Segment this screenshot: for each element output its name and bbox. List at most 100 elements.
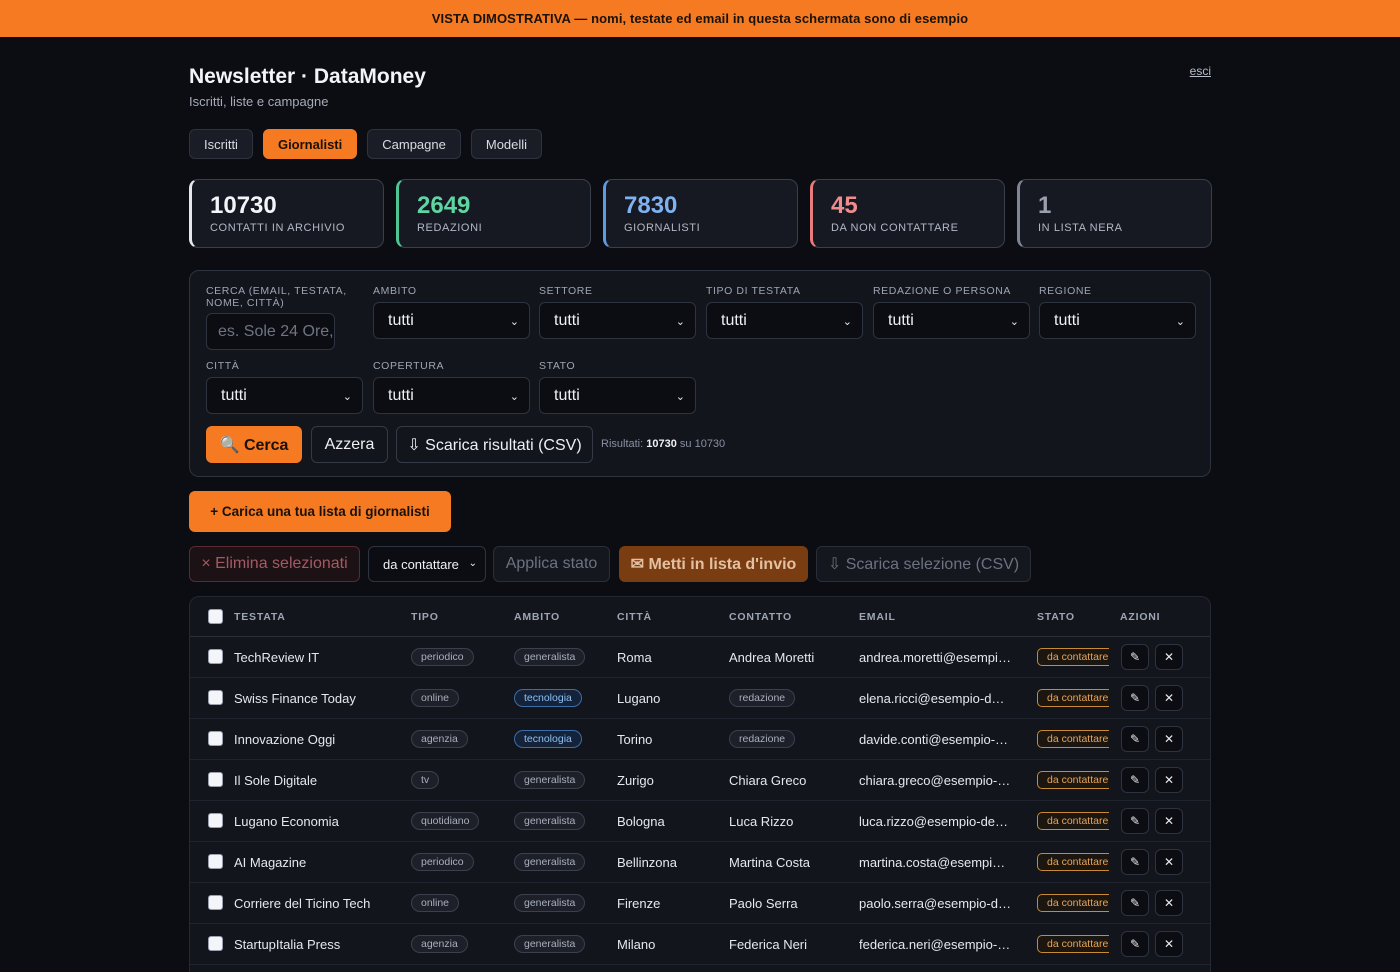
close-icon[interactable]: ✕ xyxy=(1155,890,1183,916)
close-icon[interactable]: ✕ xyxy=(1155,808,1183,834)
edit-icon[interactable]: ✎ xyxy=(1121,685,1149,711)
stat-card-non-contattare: 45 DA NON CONTATTARE xyxy=(810,179,1005,248)
close-icon[interactable]: ✕ xyxy=(1155,644,1183,670)
ambito-label: AMBITO xyxy=(373,285,417,297)
citta-cell: Bologna xyxy=(617,814,665,829)
ambito-select[interactable]: tutti ⌄ xyxy=(373,302,530,339)
ambito-pill: generalista xyxy=(514,894,586,912)
testata-cell: Innovazione Oggi xyxy=(234,732,336,747)
page-title: Newsletter · DataMoney xyxy=(189,65,426,88)
ambito-pill: generalista xyxy=(514,853,586,871)
tab-giornalisti[interactable]: Giornalisti xyxy=(262,129,358,159)
close-icon[interactable]: ✕ xyxy=(1155,931,1183,957)
stat-label: DA NON CONTATTARE xyxy=(831,222,959,234)
close-icon[interactable]: ✕ xyxy=(1155,849,1183,875)
row-checkbox[interactable] xyxy=(208,895,223,910)
settore-select[interactable]: tutti ⌄ xyxy=(539,302,696,339)
tipo-pill: agenzia xyxy=(411,935,468,953)
bulk-status-select[interactable]: da contattare ⌄ xyxy=(368,546,486,582)
reset-button[interactable]: Azzera xyxy=(311,426,388,463)
edit-icon[interactable]: ✎ xyxy=(1121,931,1149,957)
contatto-cell: Luca Rizzo xyxy=(729,814,794,829)
col-testata: TESTATA xyxy=(234,611,286,623)
row-checkbox[interactable] xyxy=(208,772,223,787)
row-checkbox[interactable] xyxy=(208,854,223,869)
redazione-select[interactable]: tutti ⌄ xyxy=(873,302,1030,339)
status-badge: da contattare xyxy=(1037,730,1109,748)
col-azioni: AZIONI xyxy=(1120,611,1161,623)
copertura-select[interactable]: tutti ⌄ xyxy=(373,377,530,414)
apply-status-button[interactable]: Applica stato xyxy=(493,546,610,582)
page-header: Newsletter · DataMoney Iscritti, liste e… xyxy=(189,37,1211,127)
delete-selected-button[interactable]: × Elimina selezionati xyxy=(189,546,360,582)
stat-value: 45 xyxy=(831,192,858,219)
stato-select[interactable]: tutti ⌄ xyxy=(539,377,696,414)
stat-value: 2649 xyxy=(417,192,471,219)
email-cell: elena.ricci@esempio-demo.it xyxy=(859,691,1011,706)
edit-icon[interactable]: ✎ xyxy=(1121,726,1149,752)
edit-icon[interactable]: ✎ xyxy=(1121,890,1149,916)
status-badge: da contattare xyxy=(1037,689,1109,707)
download-results-button[interactable]: ⇩ Scarica risultati (CSV) xyxy=(396,426,593,463)
chevron-down-icon: ⌄ xyxy=(342,391,352,403)
table-row: Il Sole Digitale tv generalista Zurigo Chiar… xyxy=(190,760,1210,801)
row-checkbox[interactable] xyxy=(208,813,223,828)
tab-modelli[interactable]: Modelli xyxy=(470,129,543,159)
table-row: AI Magazine periodico generalista Bellinzon… xyxy=(190,842,1210,883)
status-badge: da contattare xyxy=(1037,812,1109,830)
tipo-pill: tv xyxy=(411,771,440,789)
ambito-pill: generalista xyxy=(514,812,586,830)
table-row: Swiss Finance Today online tecnologia Lugan… xyxy=(190,678,1210,719)
stat-label: CONTATTI IN ARCHIVIO xyxy=(210,222,346,234)
upload-list-button[interactable]: + Carica una tua lista di giornalisti xyxy=(189,491,451,532)
email-cell: andrea.moretti@esempio-demo.it xyxy=(859,650,1011,665)
tipo-select[interactable]: tutti ⌄ xyxy=(706,302,863,339)
page-subtitle: Iscritti, liste e campagne xyxy=(189,94,329,109)
edit-icon[interactable]: ✎ xyxy=(1121,644,1149,670)
table-row: Corriere del Ticino Tech online generalist… xyxy=(190,883,1210,924)
citta-select[interactable]: tutti ⌄ xyxy=(206,377,363,414)
settore-value: tutti xyxy=(554,311,580,329)
ambito-pill: generalista xyxy=(514,648,586,666)
col-email: EMAIL xyxy=(859,611,896,623)
contatto-cell: Federica Neri xyxy=(729,937,808,952)
edit-icon[interactable]: ✎ xyxy=(1121,849,1149,875)
col-tipo: TIPO xyxy=(411,611,439,623)
regione-label: REGIONE xyxy=(1039,285,1092,297)
status-badge: da contattare xyxy=(1037,648,1109,666)
send-list-button[interactable]: ✉ Metti in lista d'invio xyxy=(619,546,808,582)
stat-label: REDAZIONI xyxy=(417,222,483,234)
select-all-checkbox[interactable] xyxy=(208,609,223,624)
row-checkbox[interactable] xyxy=(208,649,223,664)
regione-select[interactable]: tutti ⌄ xyxy=(1039,302,1196,339)
table-row: TechReview IT periodico generalista Roma And… xyxy=(190,637,1210,678)
tab-campagne[interactable]: Campagne xyxy=(367,129,461,159)
download-selection-button[interactable]: ⇩ Scarica selezione (CSV) xyxy=(816,546,1031,582)
row-checkbox[interactable] xyxy=(208,690,223,705)
tipo-pill: agenzia xyxy=(411,730,468,748)
tab-iscritti[interactable]: Iscritti xyxy=(189,129,253,159)
logout-link[interactable]: esci xyxy=(1190,64,1211,78)
chevron-down-icon: ⌄ xyxy=(509,391,519,403)
chevron-down-icon: ⌄ xyxy=(1175,316,1185,328)
redazione-value: tutti xyxy=(888,311,914,329)
close-icon[interactable]: ✕ xyxy=(1155,767,1183,793)
col-contatto: CONTATTO xyxy=(729,611,792,623)
close-icon[interactable]: ✕ xyxy=(1155,726,1183,752)
stato-value: tutti xyxy=(554,386,580,404)
search-input[interactable]: es. Sole 24 Ore, Bellinzona xyxy=(206,313,335,350)
tipo-label: TIPO DI TESTATA xyxy=(706,285,801,297)
ambito-pill: tecnologia xyxy=(514,730,582,748)
close-icon[interactable]: ✕ xyxy=(1155,685,1183,711)
edit-icon[interactable]: ✎ xyxy=(1121,767,1149,793)
search-button[interactable]: 🔍 Cerca xyxy=(206,426,302,463)
email-cell: martina.costa@esempio-demo.it xyxy=(859,855,1011,870)
edit-icon[interactable]: ✎ xyxy=(1121,808,1149,834)
filters-panel: CERCA (EMAIL, TESTATA, NOME, CITTÀ) es. … xyxy=(189,270,1211,477)
row-checkbox[interactable] xyxy=(208,936,223,951)
results-prefix: Risultati: xyxy=(601,438,644,450)
row-checkbox[interactable] xyxy=(208,731,223,746)
tipo-value: tutti xyxy=(721,311,747,329)
results-suffix: su 10730 xyxy=(679,438,726,450)
testata-cell: TechReview IT xyxy=(234,650,320,665)
